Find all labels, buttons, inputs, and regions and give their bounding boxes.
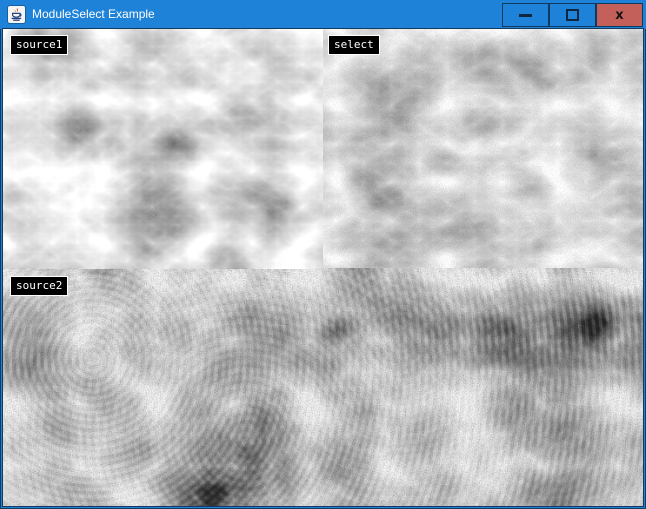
- java-coffee-cup-icon[interactable]: [8, 6, 25, 23]
- minimize-icon: [519, 14, 532, 17]
- window-title: ModuleSelect Example: [32, 7, 155, 22]
- maximize-button[interactable]: [549, 3, 596, 27]
- source2-noise-image: [3, 268, 643, 506]
- minimize-button[interactable]: [502, 3, 549, 27]
- source1-label: source1: [10, 35, 68, 55]
- maximize-icon: [566, 9, 579, 21]
- app-window: ModuleSelect Example x: [0, 0, 646, 509]
- close-button[interactable]: x: [596, 3, 643, 27]
- window-controls: x: [502, 3, 643, 27]
- select-label: select: [328, 35, 380, 55]
- source1-noise-image: [3, 29, 323, 269]
- client-area: source1 select source2: [3, 29, 643, 506]
- java-coffee-cup-glyph: [9, 7, 24, 22]
- close-icon: x: [615, 9, 623, 22]
- noise-textures: [3, 29, 643, 506]
- titlebar[interactable]: ModuleSelect Example x: [0, 0, 646, 29]
- source2-label: source2: [10, 276, 68, 296]
